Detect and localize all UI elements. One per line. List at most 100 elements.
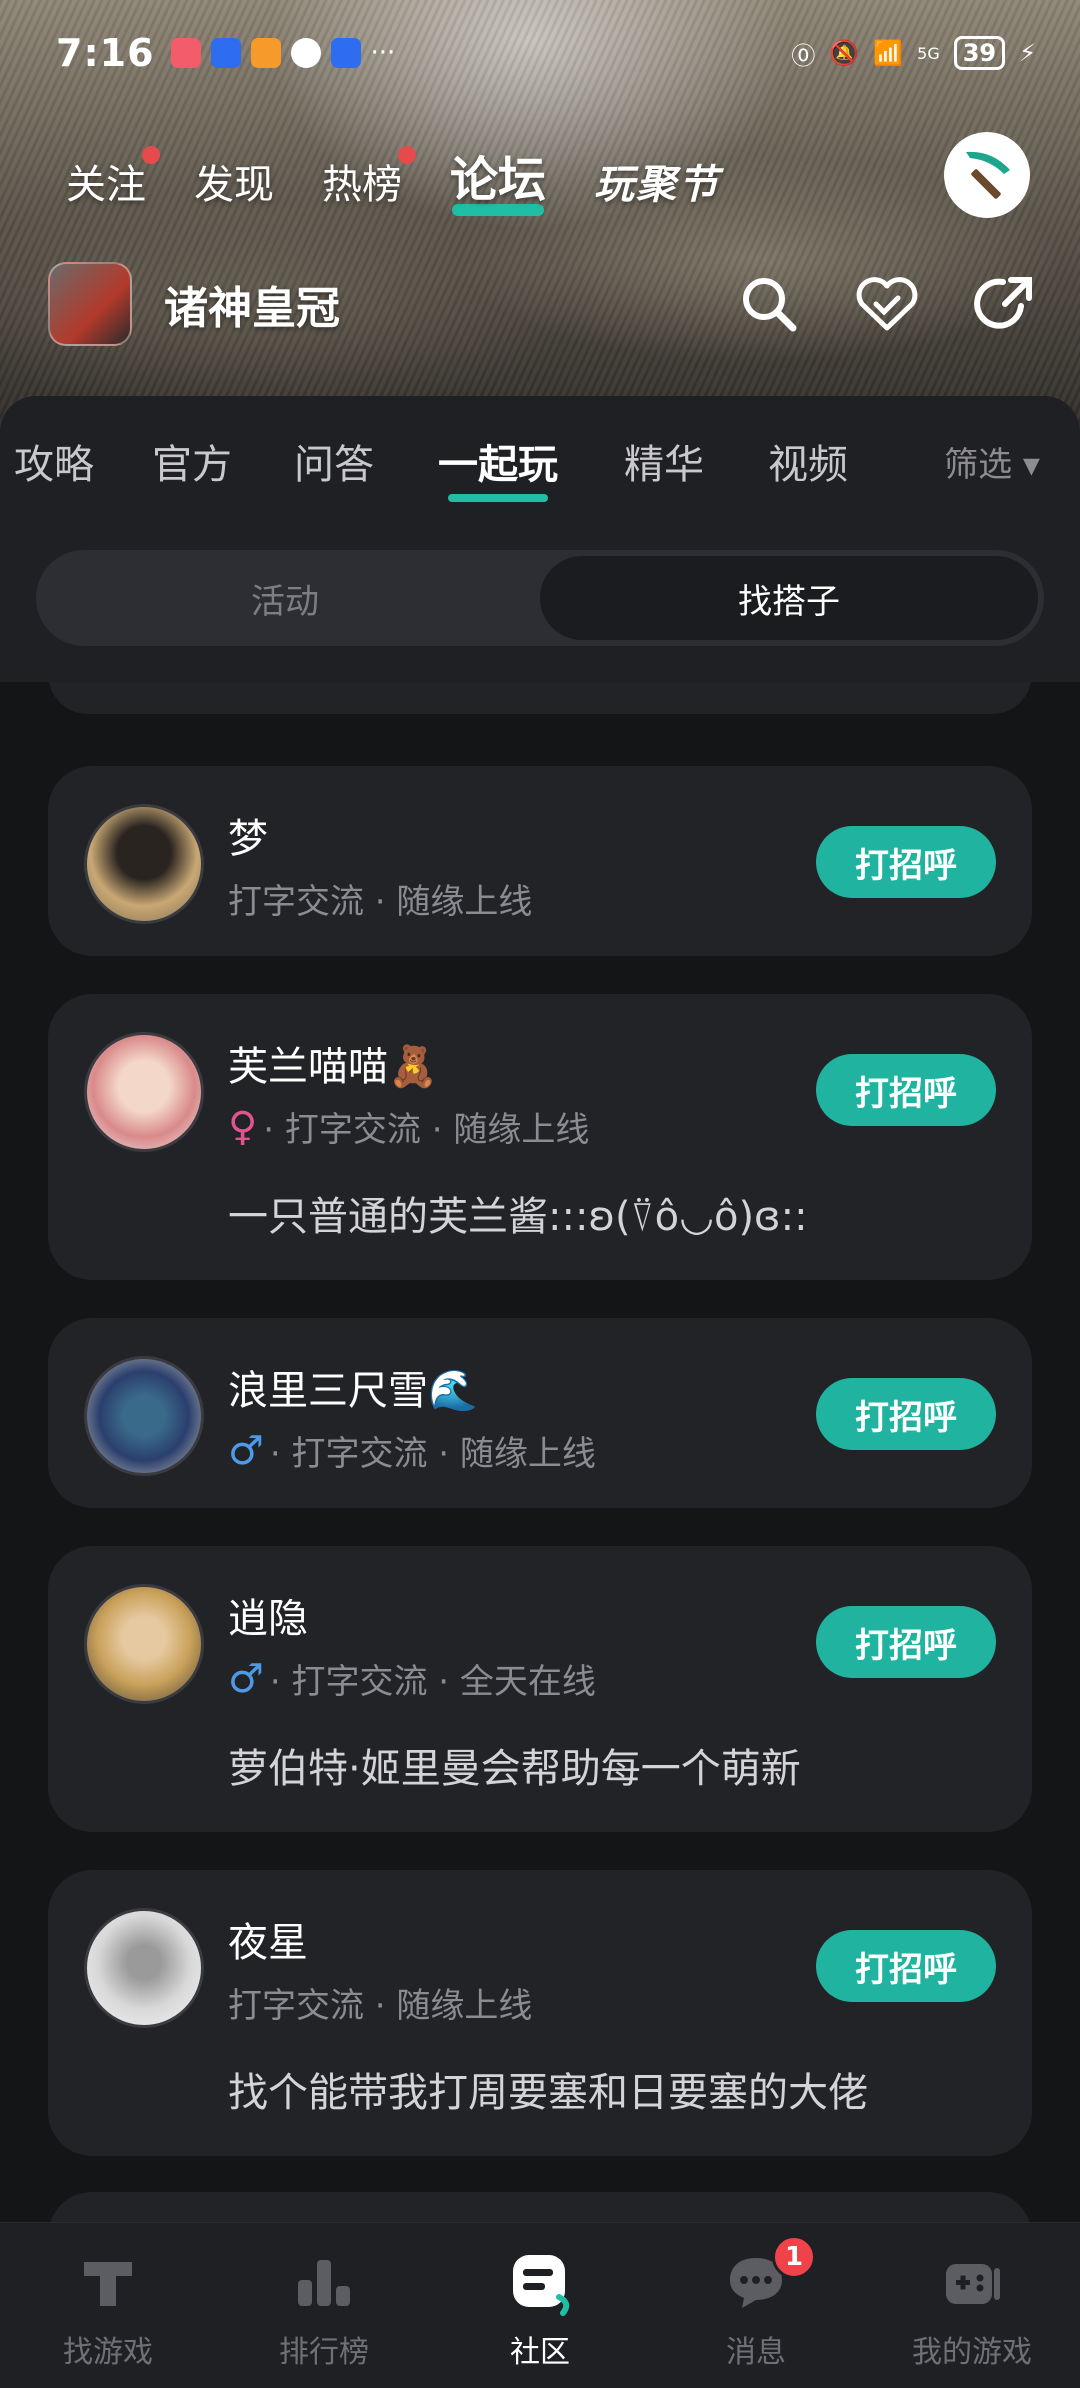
player-meta: 打字交流 · 随缘上线: [228, 874, 532, 923]
player-bio: 萝伯特·姬里曼会帮助每一个萌新: [228, 1746, 801, 1792]
say-hello-button[interactable]: 打招呼: [816, 826, 996, 898]
list-item[interactable]: 芙兰喵喵🧸 ♀ · 打字交流 · 随缘上线 一只普通的芙兰酱:::ʚ(⍢ô◡ô)…: [48, 994, 1032, 1280]
top-nav-discover[interactable]: 发现: [194, 152, 274, 210]
forum-tabs: 攻略 官方 问答 一起玩 精华 视频 筛选 ▾: [0, 426, 1080, 502]
nav-find-games[interactable]: 找游戏: [0, 2223, 216, 2388]
game-title: 诸神皇冠: [164, 283, 340, 334]
share-icon[interactable]: [970, 269, 1040, 339]
unread-dot: [398, 146, 416, 164]
player-name: 芙兰喵喵🧸: [228, 1044, 438, 1090]
game-header: 诸神皇冠: [48, 262, 1040, 346]
battery-level: 39: [953, 36, 1006, 70]
male-icon: ♂: [228, 1655, 264, 1702]
avatar[interactable]: [84, 804, 204, 924]
tab-featured[interactable]: 精华: [624, 432, 704, 490]
tab-video[interactable]: 视频: [768, 432, 848, 490]
status-right-icons: ⓪ 🔕 📶 5G 39 ⚡: [791, 36, 1036, 71]
say-hello-button[interactable]: 打招呼: [816, 1054, 996, 1126]
pickaxe-avatar-icon[interactable]: [944, 132, 1030, 218]
top-nav-hot-label: 热榜: [322, 162, 402, 208]
segment-activity[interactable]: 活动: [36, 550, 534, 646]
player-bio: 一只普通的芙兰酱:::ʚ(⍢ô◡ô)ɞ::: [228, 1194, 808, 1240]
top-nav-forum[interactable]: 论坛: [450, 140, 547, 216]
player-meta-text: · 打字交流 · 全天在线: [269, 1662, 596, 1702]
unread-dot: [142, 146, 160, 164]
say-hello-button[interactable]: 打招呼: [816, 1930, 996, 2002]
tab-play-together[interactable]: 一起玩: [438, 432, 558, 502]
app-page: 7:16 ··· ⓪ 🔕 📶 5G 39 ⚡ 关注 发现 热榜 论坛 玩聚节 诸…: [0, 0, 1080, 2388]
player-name: 夜星: [228, 1920, 308, 1966]
bulb-app-icon: [210, 38, 241, 68]
segment-control: 活动 找搭子: [36, 550, 1044, 646]
avatar[interactable]: [84, 1356, 204, 1476]
nav-label: 社区: [510, 2335, 570, 2370]
avatar[interactable]: [84, 1584, 204, 1704]
mute-icon: 🔕: [829, 39, 860, 67]
tab-qa[interactable]: 问答: [294, 432, 374, 490]
male-icon: ♂: [228, 1427, 264, 1474]
list-item[interactable]: 夜星 打字交流 · 随缘上线 找个能带我打周要塞和日要塞的大佬 打招呼: [48, 1870, 1032, 2156]
top-nav-hot[interactable]: 热榜: [322, 146, 416, 210]
filter-dropdown[interactable]: 筛选 ▾: [944, 437, 1040, 486]
nav-messages[interactable]: 1 消息: [648, 2223, 864, 2388]
wifi-icon: 📶: [873, 39, 904, 67]
player-meta-text: · 打字交流 · 随缘上线: [263, 1110, 590, 1150]
game-icon[interactable]: [48, 262, 132, 346]
festival-label: 玩聚节: [594, 162, 721, 208]
list-item[interactable]: 逍隐 ♂ · 打字交流 · 全天在线 萝伯特·姬里曼会帮助每一个萌新 打招呼: [48, 1546, 1032, 1832]
charging-icon: ⚡: [1019, 39, 1036, 67]
status-bar: 7:16 ··· ⓪ 🔕 📶 5G 39 ⚡: [56, 28, 1036, 78]
top-nav-forum-label: 论坛: [450, 152, 547, 208]
nav-my-games[interactable]: 我的游戏: [864, 2223, 1080, 2388]
top-nav: 关注 发现 热榜 论坛 玩聚节: [66, 140, 768, 216]
top-nav-follow-label: 关注: [66, 162, 146, 208]
hammer-icon: [73, 2247, 143, 2317]
game-app-icon: [250, 38, 281, 68]
nav-ranking[interactable]: 排行榜: [216, 2223, 432, 2388]
player-bio: 找个能带我打周要塞和日要塞的大佬: [228, 2070, 868, 2116]
nav-label: 排行榜: [279, 2335, 369, 2370]
ranking-icon: [289, 2247, 359, 2317]
player-meta-text: 打字交流 · 随缘上线: [228, 1986, 533, 2026]
top-nav-follow[interactable]: 关注: [66, 146, 160, 210]
player-meta-text: · 打字交流 · 随缘上线: [269, 1434, 596, 1474]
player-meta: ♀ · 打字交流 · 随缘上线: [228, 1102, 589, 1151]
nav-label: 消息: [726, 2335, 786, 2370]
bulb-app-icon-2: [330, 38, 361, 68]
player-meta: ♂ · 打字交流 · 全天在线: [228, 1654, 596, 1703]
hd-icon: ⓪: [791, 41, 816, 70]
game-actions: [734, 269, 1040, 339]
search-icon[interactable]: [734, 269, 804, 339]
say-hello-button[interactable]: 打招呼: [816, 1378, 996, 1450]
nav-label: 找游戏: [63, 2335, 153, 2370]
more-notifications-icon: ···: [370, 38, 396, 68]
avatar[interactable]: [84, 1032, 204, 1152]
female-icon: ♀: [228, 1103, 258, 1150]
segment-find-partner[interactable]: 找搭子: [540, 556, 1038, 640]
player-name: 浪里三尺雪🌊: [228, 1368, 478, 1414]
player-list: 梦 打字交流 · 随缘上线 打招呼 芙兰喵喵🧸 ♀ · 打字交流 · 随缘上线 …: [0, 652, 1080, 2252]
avatar[interactable]: [84, 1908, 204, 2028]
shopping-app-icon: [170, 38, 201, 68]
top-nav-festival[interactable]: 玩聚节: [594, 152, 720, 210]
network-label: 5G: [917, 43, 940, 63]
top-nav-discover-label: 发现: [194, 162, 274, 208]
player-name: 逍隐: [228, 1596, 308, 1642]
tab-official[interactable]: 官方: [152, 432, 232, 490]
nav-community[interactable]: 社区: [432, 2223, 648, 2388]
nav-label: 我的游戏: [912, 2335, 1032, 2370]
forum-panel: 攻略 官方 问答 一起玩 精华 视频 筛选 ▾ 活动 找搭子: [0, 396, 1080, 682]
qq-icon: [290, 38, 321, 68]
say-hello-button[interactable]: 打招呼: [816, 1606, 996, 1678]
gamepad-icon: [937, 2247, 1007, 2317]
player-name: 梦: [228, 816, 268, 862]
tab-guide[interactable]: 攻略: [14, 432, 94, 490]
player-meta: ♂ · 打字交流 · 随缘上线: [228, 1426, 596, 1475]
notification-icons: ···: [170, 38, 396, 68]
list-item[interactable]: 梦 打字交流 · 随缘上线 打招呼: [48, 766, 1032, 956]
player-meta: 打字交流 · 随缘上线: [228, 1978, 532, 2027]
status-time: 7:16: [56, 31, 155, 75]
list-item[interactable]: 浪里三尺雪🌊 ♂ · 打字交流 · 随缘上线 打招呼: [48, 1318, 1032, 1508]
favorite-heart-icon[interactable]: [852, 269, 922, 339]
bottom-nav: 找游戏 排行榜 社区 1 消息 我的游戏: [0, 2222, 1080, 2388]
